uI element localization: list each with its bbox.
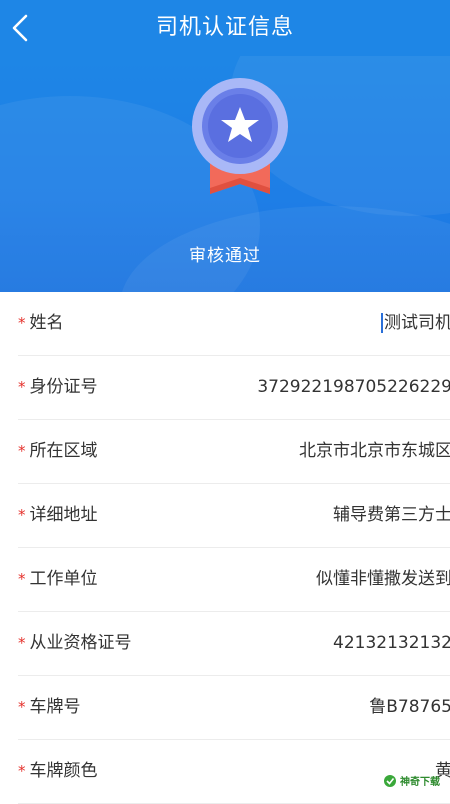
field-row-plate-number: * 车牌号 鲁B78765 — [18, 676, 450, 740]
required-marker: * — [18, 634, 26, 652]
required-marker: * — [18, 378, 26, 396]
field-label: * 姓名 — [18, 313, 64, 333]
text-cursor — [381, 313, 383, 333]
field-label: * 从业资格证号 — [18, 633, 132, 653]
field-row-region: * 所在区域 北京市北京市东城区 — [18, 420, 450, 484]
qualification-value[interactable]: 42132132132 — [333, 612, 450, 675]
field-row-address: * 详细地址 辅导费第三方士 — [18, 484, 450, 548]
field-row-plate-color: * 车牌颜色 黄 — [18, 740, 450, 804]
page-title: 司机认证信息 — [155, 15, 294, 40]
field-label: * 车牌号 — [18, 697, 81, 717]
name-value[interactable]: 测试司机 — [381, 292, 450, 355]
top-bar: 司机认证信息 — [0, 0, 450, 56]
plate-color-value[interactable]: 黄 — [435, 740, 450, 803]
watermark: 神奇下载 — [383, 773, 440, 788]
required-marker: * — [18, 506, 26, 524]
watermark-logo-icon — [384, 774, 396, 787]
field-label: * 工作单位 — [18, 569, 98, 589]
id-number-value[interactable]: 372922198705226229 — [257, 356, 450, 419]
award-badge-icon — [188, 76, 292, 200]
required-marker: * — [18, 698, 26, 716]
employer-value[interactable]: 似懂非懂撒发送到 — [316, 548, 450, 611]
field-row-id-number: * 身份证号 372922198705226229 — [18, 356, 450, 420]
field-label: * 所在区域 — [18, 441, 98, 461]
plate-number-value[interactable]: 鲁B78765 — [369, 676, 450, 739]
field-label: * 身份证号 — [18, 377, 98, 397]
required-marker: * — [18, 442, 26, 460]
required-marker: * — [18, 762, 26, 780]
field-label: * 详细地址 — [18, 505, 98, 525]
field-row-name: * 姓名 测试司机 — [18, 292, 450, 356]
field-row-employer: * 工作单位 似懂非懂撒发送到 — [18, 548, 450, 612]
region-value[interactable]: 北京市北京市东城区 — [299, 420, 450, 483]
required-marker: * — [18, 314, 26, 332]
status-banner: 审核通过 — [0, 56, 450, 292]
driver-info-list: * 姓名 测试司机 * 身份证号 372922198705226229 * 所在区域 … — [0, 292, 450, 804]
review-status: 审核通过 — [189, 246, 261, 266]
field-row-qualification: * 从业资格证号 42132132132 — [18, 612, 450, 676]
watermark-text: 神奇下载 — [400, 777, 440, 788]
field-label: * 车牌颜色 — [18, 761, 98, 781]
required-marker: * — [18, 570, 26, 588]
address-value[interactable]: 辅导费第三方士 — [333, 484, 450, 547]
